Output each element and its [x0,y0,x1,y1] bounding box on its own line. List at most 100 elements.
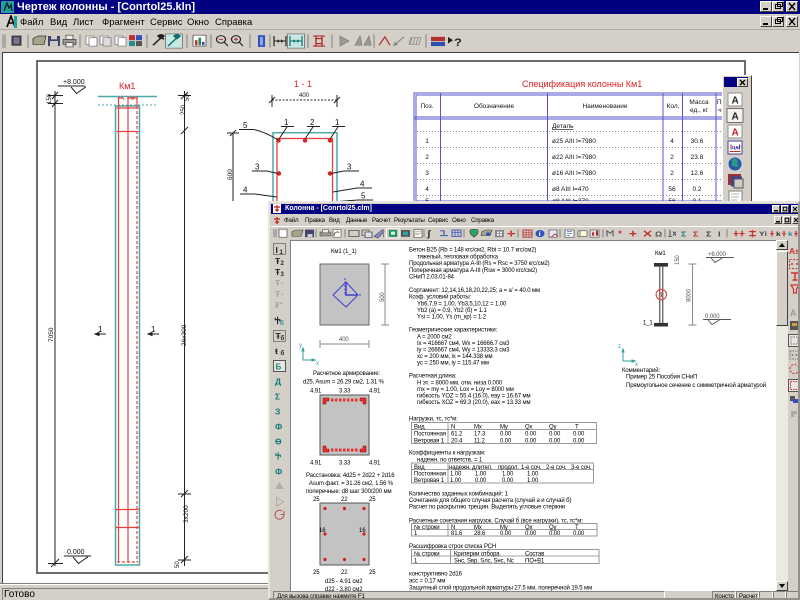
svg-text:Геометрические характеристики:: Геометрические характеристики: [409,328,498,334]
svg-text:150: 150 [47,93,53,104]
svg-text:28.6: 28.6 [474,531,486,537]
svg-text:№ строки: № строки [414,551,440,558]
svg-text:50: 50 [175,561,181,568]
svg-text:0.00: 0.00 [549,439,561,445]
svg-text:I: I [718,230,721,238]
svg-text:i: i [539,230,541,238]
svg-text:З: З [275,407,280,417]
svg-text:Ф: Ф [275,422,282,432]
svg-text:Вид: Вид [414,425,425,431]
svg-text:Yb6,7,9 = 1.00, Yb3,5,10,12: Yb6,7,9 = 1.00, Yb3,5,10,12 = 1.00 [417,302,507,308]
svg-text:0.00: 0.00 [525,432,537,438]
svg-text:150: 150 [675,255,681,265]
svg-text:Км1 (1_1): Км1 (1_1) [331,249,357,255]
svg-text:0.00: 0.00 [500,432,512,438]
svg-text:Км1: Км1 [119,81,135,91]
svg-text:3.33: 3.33 [339,389,351,395]
svg-text:Ysi = 1.00, Ys (m_кр) = 1.2: Ysi = 1.00, Ys (m_кр) = 1.2 [417,315,487,321]
svg-text:Критерии отбора: Критерии отбора [454,552,500,558]
svg-text:Ix = 416667 см4, Wx = 16666.: Ix = 416667 см4, Wx = 16666.7 см3 [417,341,510,347]
svg-text:mx = my = 1.00, Lox = Loy =: mx = my = 1.00, Lox = Loy = 8000 мм [417,387,514,393]
svg-text:б: б [280,320,284,327]
svg-text:250: 250 [181,104,187,115]
svg-text:0.00: 0.00 [475,478,487,484]
svg-text:2: 2 [670,170,674,177]
svg-text:Σ: Σ [681,230,687,238]
svg-text:3x200: 3x200 [183,505,190,523]
svg-text:3-е соч.: 3-е соч. [571,465,592,471]
svg-text:Деталь: Деталь [552,123,574,130]
svg-text:Км1: Км1 [655,251,666,257]
svg-text:4: 4 [670,138,674,145]
svg-text:25: 25 [313,570,320,576]
svg-text:0.000: 0.000 [705,314,720,320]
svg-text:16: 16 [319,528,326,534]
svg-text:Yb2 (а) = 0.9, Yb2 (б) = 1.1: Yb2 (а) = 0.9, Yb2 (б) = 1.1 [417,308,487,314]
svg-text:4.91: 4.91 [310,389,322,395]
svg-text:+8.000: +8.000 [708,252,727,258]
svg-text:11.2: 11.2 [474,439,486,445]
svg-text:": " [281,294,284,300]
svg-text:Бетон B25 (Rb = 148 кгс/см2,: Бетон B25 (Rb = 148 кгс/см2, Rbt = 10.7 … [409,248,536,254]
svg-text:Ф: Ф [275,467,282,477]
svg-text:5: 5 [361,192,366,201]
svg-text:длител.: длител. [472,465,493,471]
svg-text:Коэффициенты к нагрузкам:: Коэффициенты к нагрузкам: [409,451,486,457]
svg-text:Комментарий:: Комментарий: [622,367,660,374]
svg-text:Обозначение: Обозначение [474,102,515,110]
svg-text:Б: Б [276,363,282,372]
svg-text:Сочетания для общего случая ра: Сочетания для общего случая расчета (слу… [409,497,571,504]
svg-text:Масса: Масса [689,99,709,106]
svg-text:50: 50 [185,94,191,101]
svg-text:б: б [281,335,285,342]
svg-text:0.00: 0.00 [573,432,585,438]
svg-text:0.00: 0.00 [549,531,561,537]
svg-text:61.2: 61.2 [451,432,463,438]
svg-text:Спецификация колонны Км1: Спецификация колонны Км1 [522,79,642,89]
svg-text:4: 4 [425,186,429,193]
svg-text:0.00: 0.00 [549,432,561,438]
svg-text:гибкость XOZ = 69.3 (20.0),: гибкость XOZ = 69.3 (20.0), eax = 13.33 … [417,400,530,406]
svg-text:2: 2 [281,261,285,267]
svg-text:4.91: 4.91 [369,461,381,467]
svg-text:3.33: 3.33 [339,461,351,467]
svg-text:1.00: 1.00 [475,472,487,478]
svg-text:12.6: 12.6 [691,170,704,177]
svg-text:d25 - 4.91 см2: d25 - 4.91 см2 [325,579,363,585]
svg-text:Нагрузки, тс, тс*м:: Нагрузки, тс, тс*м: [409,417,458,423]
svg-text:ø16 AIII l=7980: ø16 AIII l=7980 [552,170,596,177]
svg-text:20.4: 20.4 [451,439,463,445]
svg-text:Состав: Состав [525,552,544,558]
svg-text:23.8: 23.8 [691,154,704,161]
svg-text:2-е соч.: 2-е соч. [546,465,567,471]
svg-text:Вид: Вид [414,465,425,471]
svg-text:4.91: 4.91 [369,389,381,395]
svg-text:ПО+В1: ПО+В1 [525,559,545,565]
svg-text:56: 56 [668,186,676,193]
svg-text:Ⴕ: Ⴕ [275,452,282,462]
svg-text:0.000: 0.000 [67,549,85,556]
svg-text:Наименование: Наименование [582,103,627,110]
svg-text:k: k [776,230,782,238]
svg-text:Количество заданных комбинаций: Количество заданных комбинаций: 1 [409,491,509,498]
svg-text:Qy: Qy [549,425,557,431]
svg-text:конструктивно 2d16: конструктивно 2d16 [409,572,463,578]
svg-text:тяжелый, тепловая обработка: тяжелый, тепловая обработка [417,254,499,261]
svg-text:4.91: 4.91 [310,461,322,467]
svg-text:0.00: 0.00 [525,531,537,537]
svg-text:1: 1 [335,118,340,127]
svg-text:Расчет по раскрытию трещин. В: Расчет по раскрытию трещин. Выделять угл… [409,505,565,511]
svg-text:ʃ: ʃ [426,229,432,239]
svg-text:2: 2 [425,154,429,161]
svg-text:Коэф. условий работы:: Коэф. условий работы: [409,294,472,301]
svg-text:22: 22 [341,570,348,576]
svg-text:СНиП 2.03.01-84: СНиП 2.03.01-84 [409,275,455,281]
svg-text:1: 1 [98,325,103,334]
svg-text:0.2: 0.2 [692,186,701,193]
svg-text:1: 1 [284,118,289,127]
svg-text:1.00: 1.00 [527,478,539,484]
svg-text:Д: Д [275,377,281,387]
svg-text:17.3: 17.3 [474,432,486,438]
svg-text:ŧ: ŧ [275,346,278,356]
svg-text:Σ: Σ [706,230,712,238]
